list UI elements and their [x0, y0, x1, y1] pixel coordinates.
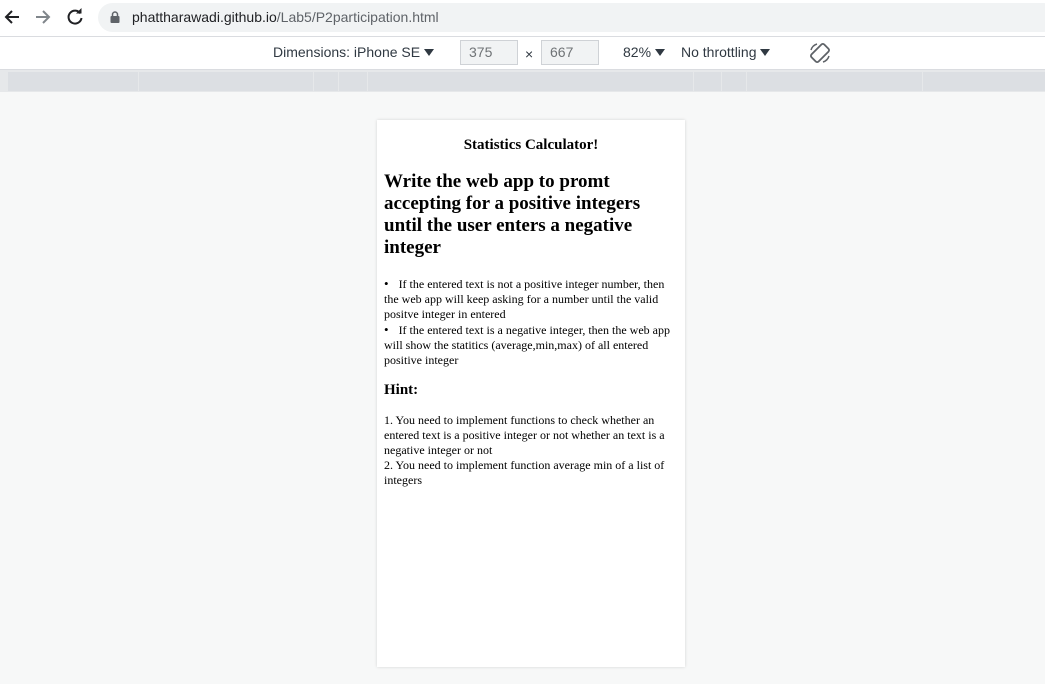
media-query-segment[interactable] [923, 72, 1045, 91]
browser-toolbar: phattharawadi.github.io/Lab5/P2participa… [0, 0, 1045, 36]
times-symbol: × [525, 46, 534, 62]
url-host: phattharawadi.github.io [132, 9, 277, 25]
list-item: 2. You need to implement function averag… [384, 458, 665, 487]
throttling-dropdown[interactable]: No throttling [681, 44, 771, 60]
reload-button[interactable] [63, 5, 87, 29]
list-item: If the entered text is a negative intege… [384, 322, 678, 368]
url-text: phattharawadi.github.io/Lab5/P2participa… [132, 9, 439, 25]
forward-arrow-icon [36, 10, 51, 24]
dimensions-dropdown[interactable]: Dimensions: iPhone SE [273, 44, 435, 60]
back-arrow-icon [4, 10, 19, 24]
media-query-bar [0, 70, 1045, 92]
media-query-segment[interactable] [339, 72, 367, 91]
rotate-icon[interactable] [808, 41, 832, 65]
hint-list: 1. You need to implement functions to ch… [384, 413, 678, 488]
forward-button[interactable] [31, 5, 55, 29]
requirements-list: If the entered text is not a positive in… [384, 276, 678, 368]
media-query-segment[interactable] [8, 72, 138, 91]
media-query-segment[interactable] [368, 72, 693, 91]
media-query-segment[interactable] [314, 72, 338, 91]
lock-icon [110, 11, 120, 23]
media-query-segment[interactable] [139, 72, 313, 91]
media-query-segment[interactable] [747, 72, 922, 91]
reload-icon [67, 8, 83, 25]
media-query-segment[interactable] [694, 72, 721, 91]
task-heading: Write the web app to promt accepting for… [384, 171, 641, 258]
list-item: If the entered text is not a positive in… [384, 276, 678, 322]
dropdown-caret-icon [655, 48, 666, 56]
dropdown-caret-icon [760, 48, 771, 56]
back-button[interactable] [0, 5, 24, 29]
width-input[interactable]: 375 [460, 40, 518, 65]
device-viewport: Statistics Calculator! Write the web app… [377, 120, 685, 667]
zoom-dropdown[interactable]: 82% [623, 44, 666, 60]
dimensions-label: Dimensions: iPhone SE [273, 44, 421, 60]
height-input[interactable]: 667 [541, 40, 599, 65]
media-query-segment[interactable] [722, 72, 746, 91]
dropdown-caret-icon [424, 48, 435, 56]
address-bar[interactable]: phattharawadi.github.io/Lab5/P2participa… [98, 3, 1045, 32]
list-item: 1. You need to implement functions to ch… [384, 413, 665, 457]
throttling-label: No throttling [681, 44, 757, 60]
page-title: Statistics Calculator! [463, 137, 599, 153]
url-path: /Lab5/P2participation.html [276, 9, 439, 25]
hint-heading: Hint: [384, 382, 419, 398]
device-toolbar: Dimensions: iPhone SE 375 × 667 82% No t… [0, 36, 1045, 70]
zoom-label: 82% [623, 44, 652, 60]
